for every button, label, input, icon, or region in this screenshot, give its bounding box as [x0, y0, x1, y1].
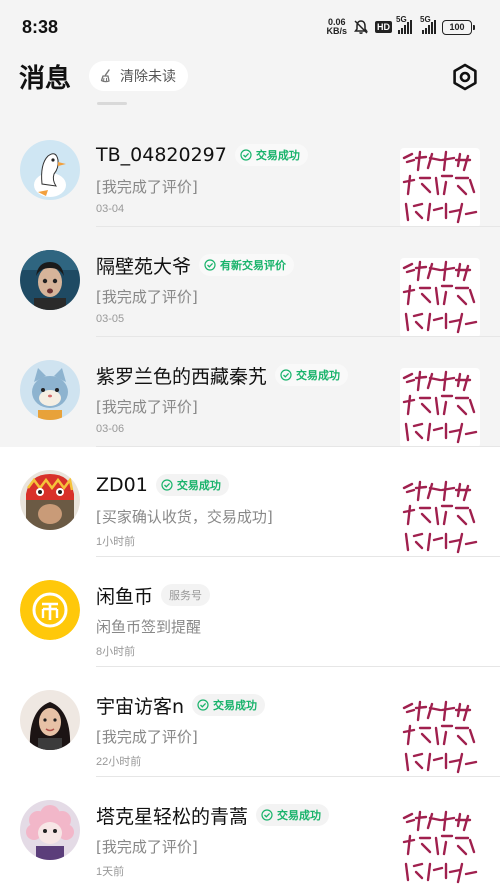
photo-avatar[interactable] [20, 690, 80, 750]
bell-muted-icon [354, 20, 368, 34]
settings-button[interactable] [450, 62, 480, 92]
status-time: 8:38 [22, 17, 59, 37]
last-message: [我完成了评价] [96, 398, 198, 416]
contact-name: TB_04820297 [96, 144, 227, 166]
conversation-item[interactable]: 紫罗兰色的西藏秦艽 交易成功 [我完成了评价] 03-06 [0, 337, 500, 448]
conversation-header: TB_04820297 交易成功 [96, 142, 308, 168]
conversation-item[interactable]: 宇宙访客n 交易成功 [我完成了评价] 22小时前 [0, 667, 500, 778]
status-badge: 交易成功 [192, 694, 266, 716]
message-time: 03-06 [96, 423, 125, 435]
battery-icon: 100 [442, 19, 475, 35]
clear-unread-label: 清除未读 [120, 69, 176, 85]
conversation-header: 隔壁苑大爷 有新交易评价 [96, 252, 295, 278]
check-circle-icon [161, 479, 173, 491]
check-circle-icon [280, 369, 292, 381]
coin-icon[interactable] [20, 580, 80, 640]
contact-name: 隔壁苑大爷 [96, 255, 192, 278]
conversation-list[interactable]: TB_04820297 交易成功 [我完成了评价] 03-04 隔壁苑大爷 有新… [0, 117, 500, 888]
check-circle-icon [261, 809, 273, 821]
conversation-header: 塔克星轻松的青蒿 交易成功 [96, 802, 330, 828]
item-thumbnail[interactable] [400, 148, 480, 228]
cartoon-sheep-avatar[interactable] [20, 800, 80, 860]
check-circle-icon [197, 699, 209, 711]
conversation-header: 紫罗兰色的西藏秦艽 交易成功 [96, 362, 349, 388]
message-time: 03-05 [96, 313, 125, 325]
status-badge: 交易成功 [275, 364, 349, 386]
last-message: [我完成了评价] [96, 178, 198, 196]
scrolled-item-edge [0, 102, 500, 117]
conversation-item[interactable]: 塔克星轻松的青蒿 交易成功 [我完成了评价] 1天前 [0, 777, 500, 888]
check-circle-icon [204, 259, 216, 271]
last-message: 闲鱼币签到提醒 [96, 618, 202, 636]
message-time: 1小时前 [96, 536, 136, 548]
broom-icon [100, 69, 110, 83]
item-thumbnail[interactable] [400, 808, 480, 888]
conversation-item[interactable]: ZD01 交易成功 [买家确认收货，交易成功] 1小时前 [0, 447, 500, 558]
page-title: 消息 [19, 64, 72, 94]
message-time: 22小时前 [96, 756, 142, 768]
app-header: 消息 清除未读 [0, 56, 500, 102]
conversation-item[interactable]: 隔壁苑大爷 有新交易评价 [我完成了评价] 03-05 [0, 227, 500, 338]
item-thumbnail[interactable] [400, 368, 480, 448]
item-thumbnail[interactable] [400, 258, 480, 338]
cartoon-goose-avatar[interactable] [20, 140, 80, 200]
network-speed-unit: KB/s [326, 26, 347, 36]
conversation-header: 宇宙访客n 交易成功 [96, 692, 266, 718]
contact-name: 闲鱼币 [96, 585, 154, 608]
last-message: [我完成了评价] [96, 288, 198, 306]
conversation-header: ZD01 交易成功 [96, 472, 229, 498]
conversation-item[interactable]: 闲鱼币 服务号 闲鱼币签到提醒 8小时前 [0, 557, 500, 667]
message-time: 8小时前 [96, 646, 136, 658]
status-badge: 有新交易评价 [199, 254, 295, 276]
conversation-item[interactable]: TB_04820297 交易成功 [我完成了评价] 03-04 [0, 117, 500, 228]
lion-dance-avatar[interactable] [20, 470, 80, 530]
contact-name: 宇宙访客n [96, 695, 185, 718]
last-message: [买家确认收货，交易成功] [96, 508, 273, 526]
cartoon-cat-avatar[interactable] [20, 360, 80, 420]
contact-name: ZD01 [96, 474, 148, 496]
item-thumbnail[interactable] [400, 698, 480, 778]
status-badge: 交易成功 [234, 144, 308, 166]
last-message: [我完成了评价] [96, 728, 198, 746]
hd-voice-icon: HD [375, 21, 392, 33]
photo-avatar[interactable] [20, 250, 80, 310]
check-circle-icon [240, 149, 252, 161]
last-message: [我完成了评价] [96, 838, 198, 856]
settings-hexagon-icon [453, 63, 477, 91]
service-badge: 服务号 [161, 584, 211, 606]
contact-name: 塔克星轻松的青蒿 [96, 805, 249, 828]
signal-sim1-icon: 5G [396, 15, 412, 34]
contact-name: 紫罗兰色的西藏秦艽 [96, 365, 268, 388]
status-badge: 交易成功 [256, 804, 330, 826]
conversation-header: 闲鱼币 服务号 [96, 582, 211, 608]
item-thumbnail[interactable] [400, 478, 480, 558]
clear-unread-button[interactable]: 清除未读 [89, 61, 188, 91]
network-speed: 0.06 KB/s [326, 18, 347, 36]
message-time: 1天前 [96, 866, 125, 878]
status-bar: 8:38 0.06 KB/s HD 5G 5G 100 [0, 0, 500, 56]
status-icons: 0.06 KB/s HD 5G 5G 100 [326, 15, 475, 36]
signal-sim2-icon: 5G [420, 15, 436, 34]
status-badge: 交易成功 [155, 474, 229, 496]
message-time: 03-04 [96, 203, 125, 215]
